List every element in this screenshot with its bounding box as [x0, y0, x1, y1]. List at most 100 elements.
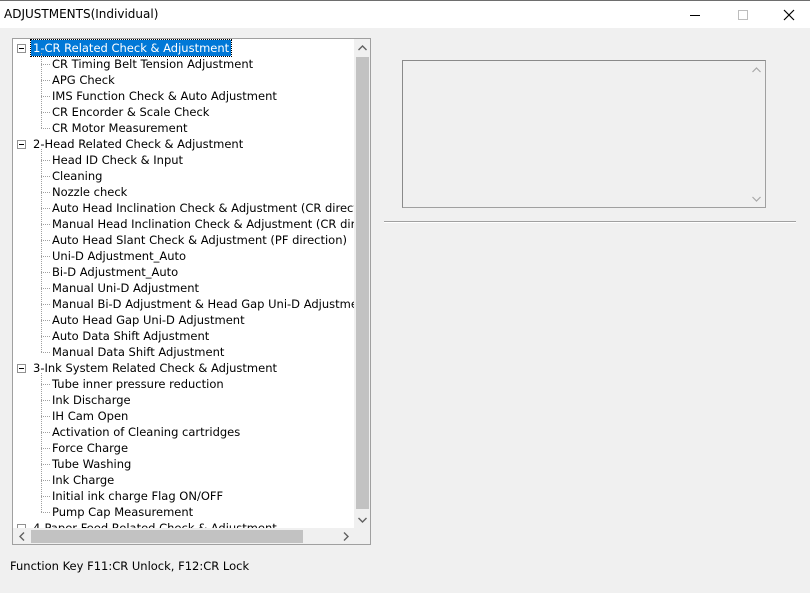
tree-horizontal-scrollbar[interactable] — [13, 528, 354, 544]
tree-category-label[interactable]: 3-Ink System Related Check & Adjustment — [31, 360, 279, 376]
tree-item-label[interactable]: Manual Uni-D Adjustment — [52, 280, 199, 296]
tree-item-label[interactable]: Ink Charge — [52, 472, 114, 488]
tree-item-label[interactable]: Auto Head Gap Uni-D Adjustment — [52, 312, 245, 328]
tree-connector — [41, 384, 50, 385]
tree-connector — [41, 272, 50, 273]
tree-item-row[interactable]: Uni-D Adjustment_Auto — [13, 248, 354, 264]
tree-item-row[interactable]: Bi-D Adjustment_Auto — [13, 264, 354, 280]
chevron-left-icon — [18, 532, 24, 541]
tree-item-row[interactable]: Manual Uni-D Adjustment — [13, 280, 354, 296]
window-title: ADJUSTMENTS(Individual) — [4, 7, 159, 21]
chevron-right-icon — [343, 532, 349, 541]
collapse-toggle-icon[interactable] — [17, 140, 26, 149]
chevron-up-icon — [358, 44, 367, 50]
vertical-scroll-thumb[interactable] — [356, 57, 369, 509]
tree-item-label[interactable]: CR Timing Belt Tension Adjustment — [52, 56, 253, 72]
minimize-button[interactable] — [672, 1, 718, 29]
tree-item-label[interactable]: Initial ink charge Flag ON/OFF — [52, 488, 223, 504]
tree-item-label[interactable]: Activation of Cleaning cartridges — [52, 424, 240, 440]
tree-category-row[interactable]: 4-Paper Feed Related Check & Adjustment — [13, 520, 354, 528]
tree-category-row[interactable]: 2-Head Related Check & Adjustment — [13, 136, 354, 152]
tree-item-label[interactable]: Pump Cap Measurement — [52, 504, 193, 520]
tree-item-row[interactable]: Ink Charge — [13, 472, 354, 488]
tree-connector — [41, 432, 50, 433]
tree-item-label[interactable]: Nozzle check — [52, 184, 127, 200]
tree-item-row[interactable]: CR Encorder & Scale Check — [13, 104, 354, 120]
tree-item-label[interactable]: Head ID Check & Input — [52, 152, 183, 168]
tree-item-row[interactable]: CR Timing Belt Tension Adjustment — [13, 56, 354, 72]
tree-item-label[interactable]: Uni-D Adjustment_Auto — [52, 248, 186, 264]
tree-connector — [41, 240, 50, 241]
tree-category-label[interactable]: 1-CR Related Check & Adjustment — [29, 39, 233, 57]
tree-item-label[interactable]: Cleaning — [52, 168, 102, 184]
tree-category-label[interactable]: 2-Head Related Check & Adjustment — [31, 136, 245, 152]
chevron-down-icon — [358, 517, 367, 523]
scroll-right-arrow[interactable] — [337, 528, 354, 544]
tree-item-label[interactable]: Auto Head Inclination Check & Adjustment… — [52, 200, 354, 216]
tree-item-label[interactable]: Auto Head Slant Check & Adjustment (PF d… — [52, 232, 347, 248]
tree-item-row[interactable]: Nozzle check — [13, 184, 354, 200]
tree-item-label[interactable]: Ink Discharge — [52, 392, 131, 408]
tree-item-row[interactable]: Auto Head Gap Uni-D Adjustment — [13, 312, 354, 328]
collapse-toggle-icon[interactable] — [17, 44, 26, 53]
output-scroll-down-arrow[interactable] — [748, 190, 765, 207]
tree-item-label[interactable]: CR Motor Measurement — [52, 120, 188, 136]
minimize-icon — [690, 15, 700, 16]
tree-item-row[interactable]: IH Cam Open — [13, 408, 354, 424]
tree-item-row[interactable]: CR Motor Measurement — [13, 120, 354, 136]
tree-item-row[interactable]: Tube inner pressure reduction — [13, 376, 354, 392]
tree-item-label[interactable]: CR Encorder & Scale Check — [52, 104, 209, 120]
tree-item-row[interactable]: Force Charge — [13, 440, 354, 456]
tree-item-label[interactable]: Tube inner pressure reduction — [52, 376, 224, 392]
tree-item-row[interactable]: IMS Function Check & Auto Adjustment — [13, 88, 354, 104]
tree-category-row[interactable]: 3-Ink System Related Check & Adjustment — [13, 360, 354, 376]
tree-connector — [41, 416, 50, 417]
tree-item-label[interactable]: Tube Washing — [52, 456, 131, 472]
tree-item-row[interactable]: Auto Head Inclination Check & Adjustment… — [13, 200, 354, 216]
maximize-button[interactable] — [720, 1, 766, 29]
tree-item-row[interactable]: Cleaning — [13, 168, 354, 184]
tree-item-label[interactable]: Manual Head Inclination Check & Adjustme… — [52, 216, 354, 232]
scroll-down-arrow[interactable] — [354, 511, 370, 528]
tree-item-row[interactable]: Ink Discharge — [13, 392, 354, 408]
adjustment-tree[interactable]: 1-CR Related Check & Adjustment CR Timing… — [12, 38, 371, 545]
tree-connector — [41, 256, 50, 257]
tree-item-label[interactable]: Force Charge — [52, 440, 128, 456]
tree-item-label[interactable]: APG Check — [52, 72, 115, 88]
tree-vertical-scrollbar[interactable] — [354, 39, 370, 528]
tree-item-label[interactable]: IMS Function Check & Auto Adjustment — [52, 88, 277, 104]
tree-item-row[interactable]: Pump Cap Measurement — [13, 504, 354, 520]
collapse-toggle-icon[interactable] — [17, 364, 26, 373]
tree-item-row[interactable]: Activation of Cleaning cartridges — [13, 424, 354, 440]
tree-category-row[interactable]: 1-CR Related Check & Adjustment — [13, 39, 354, 57]
tree-item-label[interactable]: Auto Data Shift Adjustment — [52, 328, 209, 344]
tree-connector — [41, 304, 50, 305]
tree-item-row[interactable]: Manual Head Inclination Check & Adjustme… — [13, 216, 354, 232]
tree-item-label[interactable]: Manual Data Shift Adjustment — [52, 344, 224, 360]
tree-item-row[interactable]: Manual Bi-D Adjustment & Head Gap Uni-D … — [13, 296, 354, 312]
tree-connector — [41, 128, 50, 129]
tree-item-label[interactable]: Manual Bi-D Adjustment & Head Gap Uni-D … — [52, 296, 354, 312]
tree-item-row[interactable]: Auto Head Slant Check & Adjustment (PF d… — [13, 232, 354, 248]
horizontal-scroll-thumb[interactable] — [31, 530, 303, 543]
tree-item-row[interactable]: Head ID Check & Input — [13, 152, 354, 168]
tree-connector — [41, 80, 50, 81]
tree-category-label[interactable]: 4-Paper Feed Related Check & Adjustment — [31, 520, 279, 528]
tree-item-row[interactable]: Initial ink charge Flag ON/OFF — [13, 488, 354, 504]
tree-item-label[interactable]: Bi-D Adjustment_Auto — [52, 264, 178, 280]
scroll-up-arrow[interactable] — [354, 39, 370, 56]
tree-item-row[interactable]: Tube Washing — [13, 456, 354, 472]
tree-item-row[interactable]: Auto Data Shift Adjustment — [13, 328, 354, 344]
tree-item-row[interactable]: Manual Data Shift Adjustment — [13, 344, 354, 360]
close-button[interactable] — [766, 1, 810, 29]
tree-item-row[interactable]: APG Check — [13, 72, 354, 88]
chevron-up-icon — [752, 66, 761, 72]
output-vertical-scrollbar[interactable] — [748, 61, 765, 207]
output-scroll-up-arrow[interactable] — [748, 61, 765, 78]
tree-item-label[interactable]: IH Cam Open — [52, 408, 128, 424]
output-text-area[interactable] — [402, 60, 766, 208]
chevron-down-icon — [752, 196, 761, 202]
maximize-icon — [738, 10, 748, 20]
tree-branch-line — [41, 149, 42, 352]
scroll-left-arrow[interactable] — [13, 528, 30, 544]
